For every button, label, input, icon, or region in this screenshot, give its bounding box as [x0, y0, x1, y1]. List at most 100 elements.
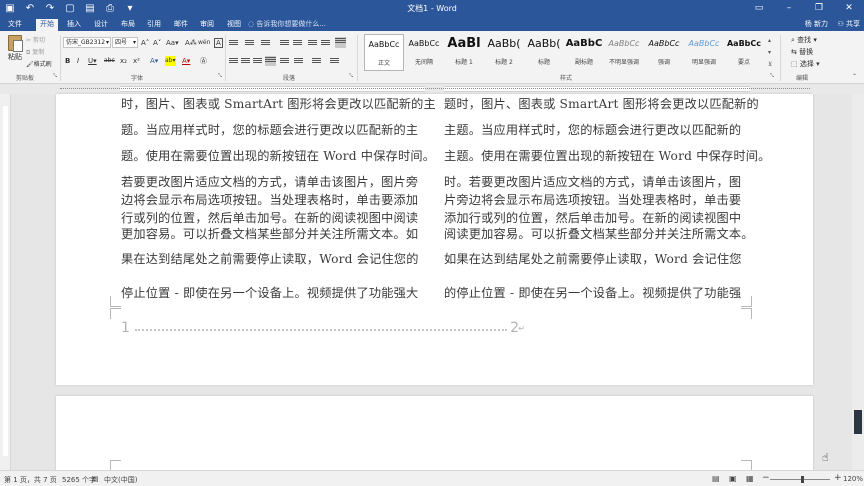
word-count[interactable]: 5265 个字	[62, 475, 96, 485]
text-line[interactable]: 主题。使用在需要位置出现的新按钮在 Word 中保存时间。	[444, 146, 771, 164]
document-page[interactable]	[56, 396, 813, 470]
minimize-icon[interactable]: –	[774, 0, 804, 17]
zoom-out-button[interactable]: −	[762, 473, 770, 483]
highlight-button[interactable]: ab▾	[165, 56, 176, 66]
distributed-icon[interactable]	[280, 57, 289, 65]
underline-button[interactable]: U▾	[88, 56, 97, 66]
style-heading-2[interactable]: AaBb(标题 2	[484, 34, 524, 71]
text-line[interactable]: 片旁边将会显示布局选项按钮。当处理表格时，单击要	[444, 190, 741, 208]
page-count[interactable]: 第 1 页，共 7 页	[4, 475, 57, 485]
bullets-icon[interactable]	[229, 39, 238, 47]
align-center-icon[interactable]	[241, 57, 250, 65]
style-title[interactable]: AaBb(标题	[524, 34, 564, 71]
text-line[interactable]: 停止位置 - 即使在另一个设备上。视频提供了功能强大	[121, 283, 418, 301]
shrink-font-button[interactable]: A˅	[153, 38, 161, 48]
text-effects-button[interactable]: A▾	[150, 56, 158, 66]
style-no-spacing[interactable]: AaBbCc 无间隔	[404, 34, 444, 71]
style-subtle-emphasis[interactable]: AaBbCc 不明显强调	[604, 34, 644, 71]
text-line[interactable]: 主题。当应用样式时，您的标题会进行更改以匹配新的	[444, 120, 741, 138]
style-normal[interactable]: AaBbCc 正文	[364, 34, 404, 71]
phonetic-guide-button[interactable]: wén	[198, 38, 210, 48]
font-color-button[interactable]: A▾	[182, 56, 190, 66]
text-line[interactable]: 时。若要更改图片适应文档的方式，请单击该图片，图	[444, 172, 741, 190]
tab-insert[interactable]: 插入	[63, 19, 85, 31]
scrollbar-thumb[interactable]	[854, 410, 862, 434]
web-layout-icon[interactable]: ▦	[746, 474, 754, 483]
zoom-slider[interactable]	[770, 479, 830, 480]
clear-formatting-button[interactable]: A⁂	[185, 38, 197, 48]
vertical-scrollbar[interactable]	[852, 94, 864, 470]
text-line[interactable]: 阅读更加容易。可以折叠文档某些部分并关注所需文本。	[444, 224, 754, 242]
text-line[interactable]: 的停止位置 - 即使在另一个设备上。视频提供了功能强	[444, 283, 741, 301]
format-painter-button[interactable]: 🖌格式刷	[26, 59, 52, 68]
text-line[interactable]: 果在达到结尾处之前需要停止读取，Word 会记住您的	[121, 249, 419, 267]
tab-file[interactable]: 文件	[4, 19, 26, 31]
tab-references[interactable]: 引用	[143, 19, 165, 31]
strikethrough-button[interactable]: abc	[104, 56, 115, 66]
font-size-select[interactable]: 四号 ▾	[112, 37, 138, 48]
zoom-in-button[interactable]: +	[834, 473, 842, 483]
restore-icon[interactable]: ❐	[804, 0, 834, 17]
find-button[interactable]: ⌕ 查找 ▾	[791, 35, 817, 45]
font-name-select[interactable]: 仿宋_GB2312 ▾	[63, 37, 111, 48]
tab-home[interactable]: 开始	[36, 19, 58, 31]
tab-design[interactable]: 设计	[90, 19, 112, 31]
align-left-icon[interactable]	[229, 57, 238, 65]
horizontal-ruler[interactable]	[0, 84, 864, 94]
tab-mailings[interactable]: 邮件	[170, 19, 192, 31]
text-line[interactable]: 题。当应用样式时，您的标题会进行更改以匹配新的主	[121, 120, 418, 138]
print-layout-icon[interactable]: ▣	[729, 474, 737, 483]
share-button[interactable]: ⚇ 共享	[837, 19, 860, 29]
select-button[interactable]: ⬚ 选择 ▾	[791, 59, 820, 69]
enclose-characters-button[interactable]: Ⓐ	[200, 56, 207, 66]
user-name[interactable]: 杨 新力	[805, 19, 828, 29]
text-line[interactable]: 题。使用在需要位置出现的新按钮在 Word 中保存时间。	[121, 146, 435, 164]
tab-layout[interactable]: 布局	[117, 19, 139, 31]
style-intense-emphasis[interactable]: AaBbCc 明显强调	[684, 34, 724, 71]
grow-font-button[interactable]: A˄	[141, 38, 149, 48]
text-line[interactable]: 若要更改图片适应文档的方式，请单击该图片，图片旁	[121, 172, 418, 190]
copy-button[interactable]: ⧉ 复制	[26, 47, 44, 57]
chinese-layout-icon[interactable]	[308, 39, 317, 47]
shading-icon[interactable]	[312, 57, 321, 65]
multilevel-list-icon[interactable]	[261, 39, 270, 47]
borders-icon[interactable]	[330, 57, 339, 65]
cut-button[interactable]: ✂ 剪切	[26, 35, 45, 44]
read-mode-icon[interactable]: ▤	[712, 474, 720, 483]
style-strong[interactable]: AaBbCc 要点	[724, 34, 764, 71]
character-border-button[interactable]: A	[214, 38, 223, 48]
font-launcher-icon[interactable]: ⤡	[218, 73, 222, 79]
text-line[interactable]: 边将会显示布局选项按钮。当处理表格时，单击要添加	[121, 190, 418, 208]
styles-more-icon[interactable]: ⊻	[768, 61, 772, 68]
numbering-icon[interactable]	[245, 39, 254, 47]
style-subtitle[interactable]: AaBbC 副标题	[564, 34, 604, 71]
collapse-ribbon-icon[interactable]: ⌃	[852, 73, 857, 80]
clipboard-launcher-icon[interactable]: ⤡	[53, 73, 57, 79]
styles-launcher-icon[interactable]: ⤡	[770, 73, 774, 79]
tab-view[interactable]: 视图	[223, 19, 245, 31]
paste-button[interactable]: 粘贴	[5, 35, 25, 62]
increase-indent-icon[interactable]	[293, 39, 302, 47]
close-icon[interactable]: ✕	[834, 0, 864, 17]
vertical-ruler[interactable]	[0, 94, 11, 470]
text-line[interactable]: 时，图片、图表或 SmartArt 图形将会更改以匹配新的主	[121, 94, 436, 112]
toc-leader-line[interactable]: 1 2 ↵	[121, 320, 525, 336]
change-case-button[interactable]: Aa▾	[166, 38, 179, 48]
replace-button[interactable]: ⇆ 替换	[791, 47, 813, 57]
proofing-icon[interactable]: ▤	[92, 475, 99, 483]
style-emphasis[interactable]: AaBbCc 强调	[644, 34, 684, 71]
tab-review[interactable]: 审阅	[196, 19, 218, 31]
justify-icon[interactable]	[265, 56, 276, 66]
decrease-indent-icon[interactable]	[280, 39, 289, 47]
styles-scroll-down-icon[interactable]: ▾	[768, 49, 771, 56]
line-spacing-icon[interactable]	[294, 57, 303, 65]
text-line[interactable]: 题时，图片、图表或 SmartArt 图形将会更改以匹配新的	[444, 94, 759, 112]
style-heading-1[interactable]: AaBl 标题 1	[444, 34, 484, 71]
tell-me-box[interactable]: ◌ 告诉我你想要做什么...	[248, 19, 326, 29]
language-indicator[interactable]: 中文(中国)	[104, 475, 137, 485]
text-line[interactable]: 更加容易。可以折叠文档某些部分并关注所需文本。如	[121, 224, 418, 242]
text-line[interactable]: 如果在达到结尾处之前需要停止读取，Word 会记住您	[444, 249, 742, 267]
italic-button[interactable]: I	[77, 56, 79, 66]
styles-scroll-up-icon[interactable]: ▴	[768, 37, 771, 44]
subscript-button[interactable]: x₂	[120, 56, 127, 66]
